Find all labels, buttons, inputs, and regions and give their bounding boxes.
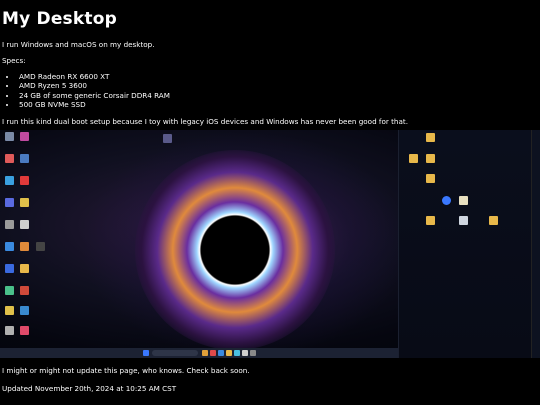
specs-label: Specs: (2, 56, 26, 65)
desktop-icon (20, 326, 29, 335)
desktop-icon (20, 306, 29, 315)
desktop-icon (20, 220, 29, 229)
desktop-icon (20, 242, 29, 251)
intro-text: I run Windows and macOS on my desktop. (2, 40, 155, 49)
desktop-icon (5, 220, 14, 229)
taskbar-app-icon (218, 350, 224, 356)
taskbar-app-icon (202, 350, 208, 356)
folder-icon (426, 133, 435, 142)
folder-icon (409, 154, 418, 163)
folder-icon (426, 154, 435, 163)
desktop-icon (5, 264, 14, 273)
desktop-icon (5, 242, 14, 251)
page-content: My Desktop I run Windows and macOS on my… (0, 0, 540, 127)
taskbar-app-icon (242, 350, 248, 356)
updated-timestamp: Updated November 20th, 2024 at 10:25 AM … (2, 384, 177, 393)
desktop-icon (5, 306, 14, 315)
file-explorer-window (398, 130, 531, 358)
desktop-icon (20, 264, 29, 273)
taskbar (0, 348, 398, 358)
black-hole-wallpaper (135, 150, 335, 350)
desktop-icon (5, 154, 14, 163)
browser-icon (442, 196, 451, 205)
spec-item: 24 GB of some generic Corsair DDR4 RAM (17, 91, 540, 100)
desktop-icon (20, 176, 29, 185)
taskbar-app-icon (234, 350, 240, 356)
desktop-icon (5, 176, 14, 185)
file-icon (459, 196, 468, 205)
start-icon (143, 350, 149, 356)
page-title: My Desktop (2, 9, 117, 29)
desktop-screenshot (0, 130, 540, 358)
desktop-icon (20, 154, 29, 163)
spec-item: 500 GB NVMe SSD (17, 100, 540, 109)
spec-item: AMD Radeon RX 6600 XT (17, 72, 540, 81)
taskbar-app-icon (250, 350, 256, 356)
taskbar-search (152, 350, 198, 356)
desktop-icon (5, 326, 14, 335)
footer-note: I might or might not update this page, w… (2, 366, 250, 375)
folder-icon (489, 216, 498, 225)
reason-text: I run this kind dual boot setup because … (2, 116, 408, 126)
folder-icon (426, 174, 435, 183)
spec-item: AMD Ryzen 5 3600 (17, 81, 540, 90)
desktop-icon (20, 198, 29, 207)
file-icon (459, 216, 468, 225)
desktop-icon (5, 132, 14, 141)
window-scrollbar (531, 130, 540, 358)
taskbar-app-icon (210, 350, 216, 356)
taskbar-app-icon (226, 350, 232, 356)
desktop-icon (36, 242, 45, 251)
specs-list: AMD Radeon RX 6600 XT AMD Ryzen 5 3600 2… (2, 72, 540, 110)
desktop-icon (5, 286, 14, 295)
desktop-icon (20, 286, 29, 295)
folder-icon (426, 216, 435, 225)
desktop-icon (163, 134, 172, 143)
desktop-icon (5, 198, 14, 207)
desktop-icon (20, 132, 29, 141)
